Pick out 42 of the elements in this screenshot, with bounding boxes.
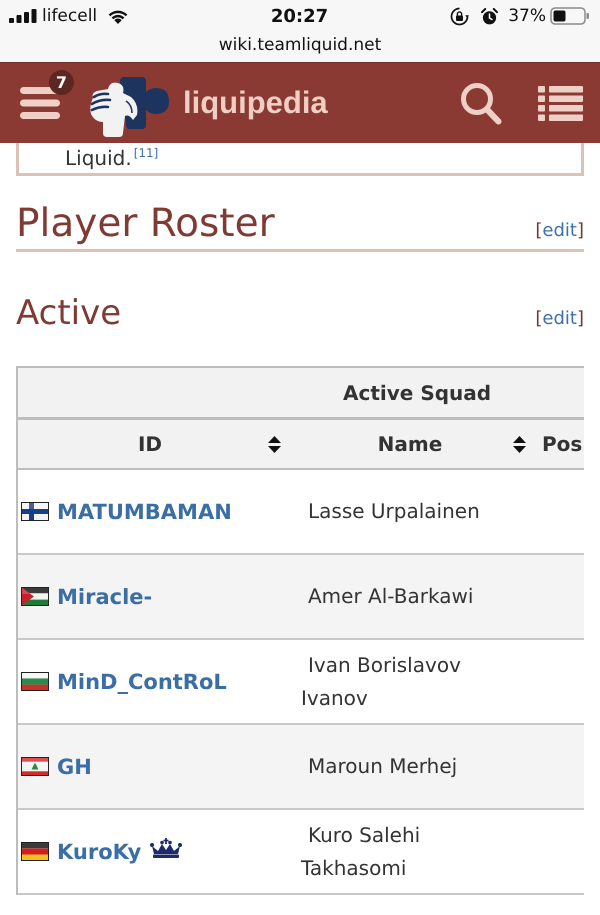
player-link[interactable]: MinD_ContRoL (57, 670, 227, 694)
rotation-lock-icon (450, 6, 470, 26)
notification-badge: 7 (49, 70, 74, 95)
flag-icon (21, 502, 49, 521)
column-header[interactable]: Name (293, 420, 538, 470)
column-header[interactable]: ID (18, 420, 293, 470)
group-header: Active Squad (18, 368, 584, 420)
player-link[interactable]: KuroKy (57, 840, 142, 864)
edit-link[interactable]: [edit] (535, 308, 584, 329)
flag-icon (21, 672, 49, 691)
alarm-clock-icon (481, 8, 498, 24)
battery-percent: 37% (508, 6, 546, 26)
player-name: Ivan Borislavov Ivanov (301, 652, 461, 710)
player-link[interactable]: GH (57, 754, 92, 778)
sort-icon[interactable] (513, 436, 526, 452)
menu-icon[interactable] (20, 87, 60, 119)
battery-icon (550, 7, 590, 25)
search-icon[interactable] (460, 82, 502, 124)
section-heading: Player Roster (16, 200, 275, 248)
player-name: Amer Al-Barkawi (308, 584, 474, 608)
carrier-name: lifecell (42, 6, 98, 26)
note-text: Liquid.$^{[11]}$ (65, 145, 160, 172)
column-header[interactable]: Pos (538, 420, 584, 470)
player-name: Kuro Salehi Takhasomi (301, 822, 420, 880)
wifi-icon (107, 8, 130, 24)
player-name: Lasse Urpalainen (308, 499, 480, 523)
clock-time: 20:27 (270, 6, 328, 26)
section-heading: Active (16, 292, 122, 335)
address-url[interactable]: wiki.teamliquid.net (218, 34, 382, 54)
flag-icon (21, 587, 49, 606)
puzzle-logo-icon[interactable] (88, 75, 172, 137)
player-link[interactable]: Miracle- (57, 584, 152, 608)
player-name: Maroun Merhej (308, 754, 458, 778)
player-link[interactable]: MATUMBAMAN (57, 500, 232, 524)
logo-text[interactable]: liquipedia (183, 85, 328, 121)
edit-link[interactable]: [edit] (535, 220, 584, 241)
list-icon[interactable] (538, 86, 583, 120)
signal-icon (9, 9, 37, 23)
sort-icon[interactable] (268, 436, 281, 452)
flag-icon (21, 757, 49, 776)
flag-icon (21, 842, 49, 861)
reference-link[interactable]: [11] (134, 146, 158, 160)
